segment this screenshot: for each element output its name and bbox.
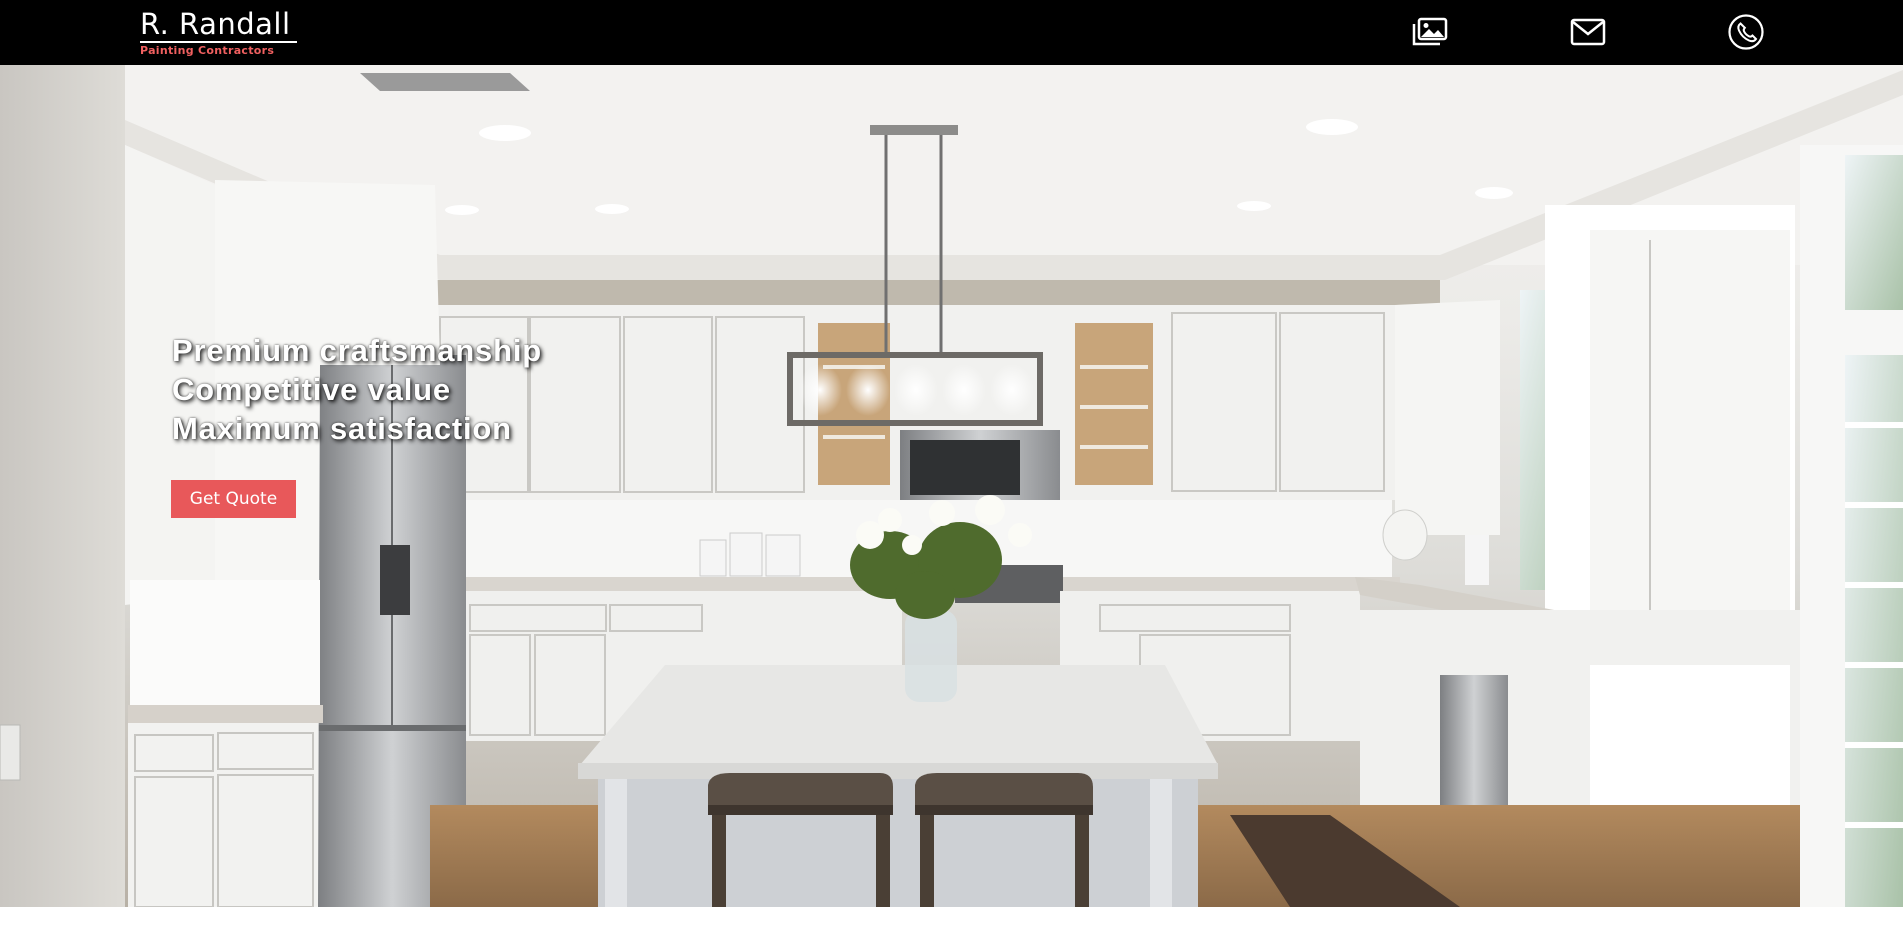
site-header: R. Randall Painting Contractors — [0, 0, 1903, 65]
get-quote-button[interactable]: Get Quote — [171, 480, 296, 518]
hero-line-3: Maximum satisfaction — [172, 411, 512, 446]
logo[interactable]: R. Randall Painting Contractors — [140, 8, 297, 58]
hero-line-2: Competitive value — [172, 372, 451, 407]
phone-icon[interactable] — [1727, 14, 1765, 50]
brand-name: R. Randall — [140, 8, 297, 43]
hero-section: Premium craftsmanship Competitive value … — [0, 65, 1903, 907]
hero-headline: Premium craftsmanship Competitive value … — [172, 331, 542, 448]
gallery-icon[interactable] — [1410, 14, 1448, 50]
hero-line-1: Premium craftsmanship — [172, 333, 542, 368]
mail-icon[interactable] — [1569, 14, 1607, 50]
brand-tagline: Painting Contractors — [140, 44, 275, 57]
